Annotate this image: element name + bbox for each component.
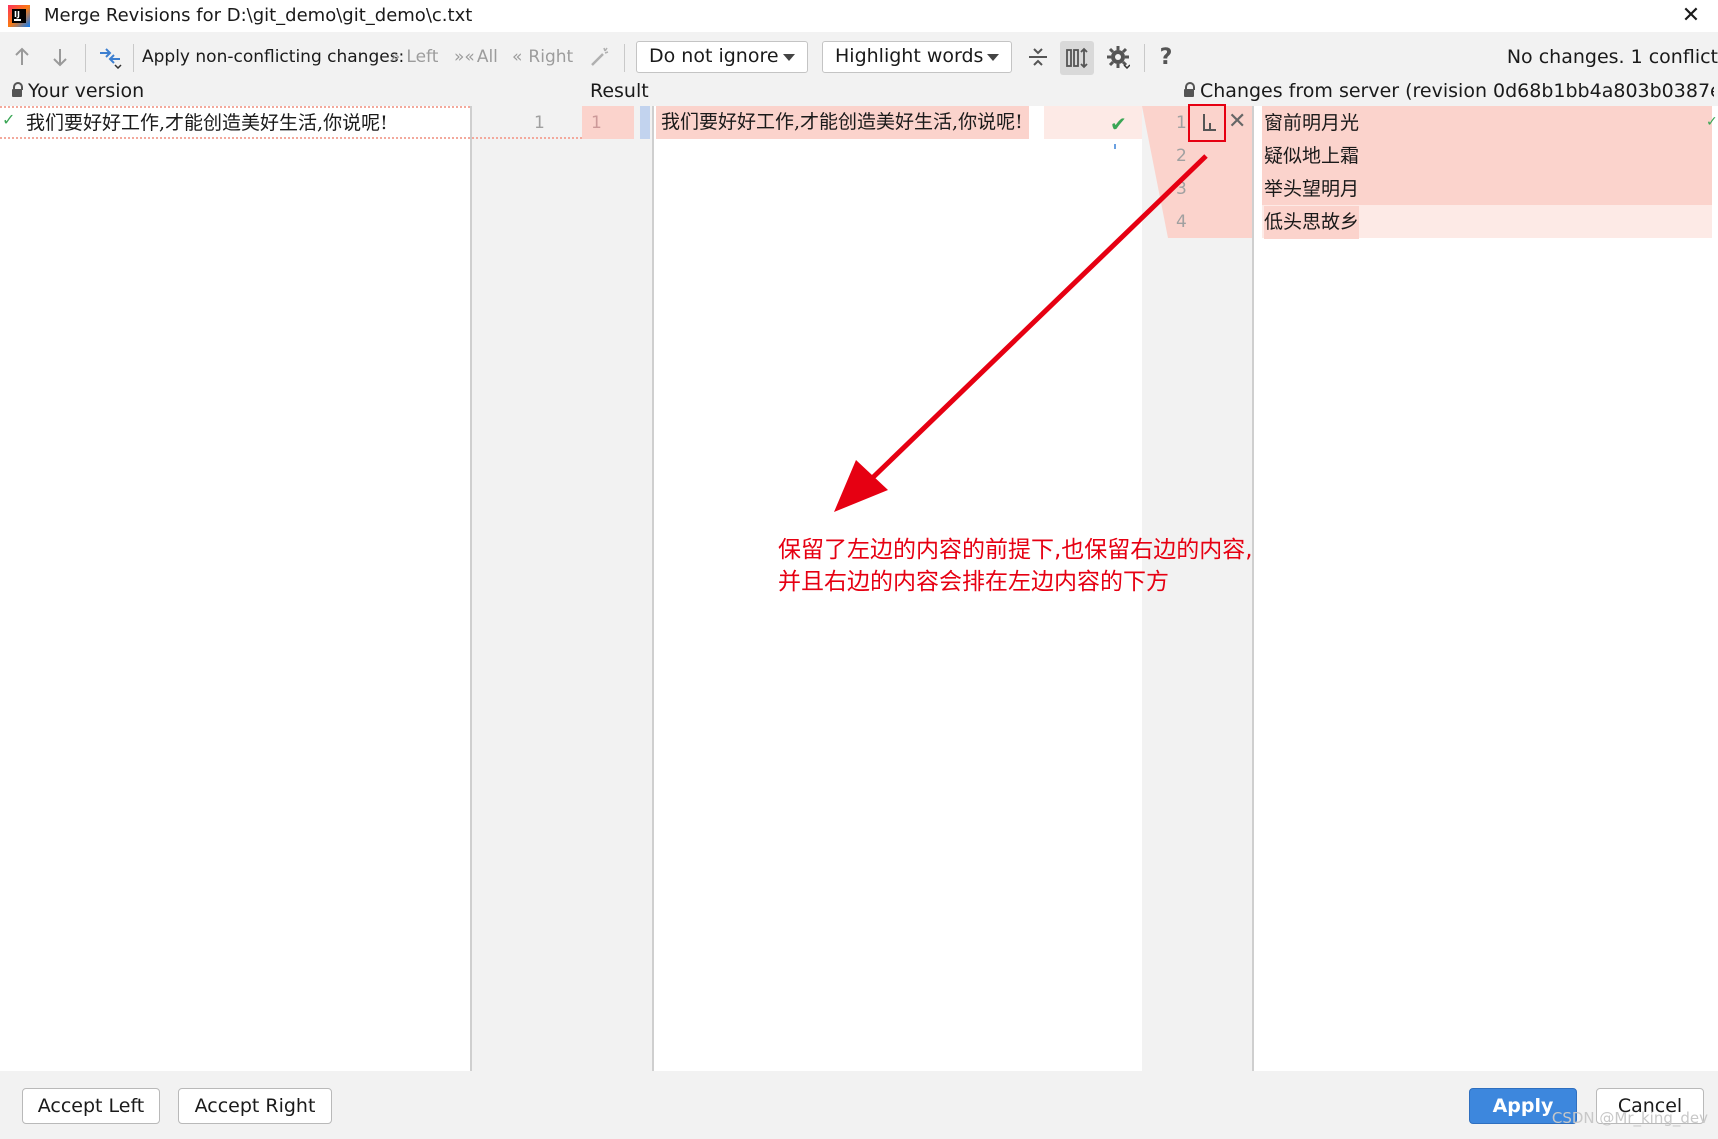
dropdown-arrow-icon bbox=[783, 54, 795, 61]
result-pane-header: Result bbox=[590, 80, 649, 102]
whitespace-ignore-value: Do not ignore bbox=[649, 45, 779, 67]
right-code-line: 窗前明月光 bbox=[1264, 112, 1360, 134]
apply-non-conflicting-label: Apply non-conflicting changes: bbox=[142, 47, 405, 67]
next-difference-icon[interactable] bbox=[48, 45, 72, 69]
collapse-unchanged-icon[interactable] bbox=[1026, 45, 1050, 69]
append-below-icon bbox=[1203, 114, 1216, 131]
intellij-app-icon: IJ bbox=[8, 5, 30, 27]
conflict-outline-gutter bbox=[472, 106, 582, 139]
merge-status-text: No changes. 1 conflict bbox=[1506, 46, 1718, 68]
toolbar-separator bbox=[133, 44, 134, 72]
caret-marker bbox=[1114, 144, 1116, 149]
toolbar-separator bbox=[85, 44, 86, 72]
accepted-check-icon[interactable]: ✔ bbox=[1110, 112, 1127, 136]
apply-right-button[interactable]: «Right bbox=[512, 47, 573, 67]
resolve-changes-icon[interactable] bbox=[98, 45, 122, 69]
lock-icon bbox=[12, 82, 23, 97]
result-change-marker bbox=[640, 106, 650, 139]
synchronize-scrolling-toggle[interactable] bbox=[1060, 41, 1094, 75]
right-code-line: 举头望明月 bbox=[1264, 178, 1360, 200]
merge-all-icon: »« bbox=[454, 47, 475, 67]
right-line-number: 1 bbox=[1176, 113, 1187, 133]
previous-difference-icon[interactable] bbox=[10, 45, 34, 69]
toolbar-separator bbox=[624, 44, 625, 72]
annotation-line: 保留了左边的内容的前提下,也保留右边的内容, bbox=[778, 537, 1253, 563]
result-line-number: 1 bbox=[591, 113, 602, 133]
double-chevron-right-icon: » bbox=[390, 47, 401, 67]
highlight-mode-dropdown[interactable]: Highlight words bbox=[822, 41, 1012, 73]
right-code-line: 低头思故乡 bbox=[1264, 206, 1360, 239]
applied-check-icon: ✓ bbox=[2, 110, 16, 129]
ignore-change-icon[interactable]: ✕ bbox=[1228, 109, 1246, 134]
apply-all-button[interactable]: »« All bbox=[454, 47, 498, 67]
accept-right-button[interactable]: Accept Right bbox=[178, 1088, 332, 1124]
toolbar-separator bbox=[1144, 44, 1145, 72]
close-window-button[interactable]: ✕ bbox=[1676, 2, 1706, 30]
whitespace-ignore-dropdown[interactable]: Do not ignore bbox=[636, 41, 808, 73]
right-applied-check-icon: ✓ bbox=[1706, 114, 1718, 130]
window-title: Merge Revisions for D:\git_demo\git_demo… bbox=[44, 5, 473, 26]
double-chevron-left-icon: « bbox=[512, 47, 523, 67]
highlight-mode-value: Highlight words bbox=[835, 45, 984, 67]
left-code-line: 我们要好好工作,才能创造美好生活,你说呢! bbox=[26, 112, 388, 134]
left-pane-header: Your version bbox=[12, 80, 144, 102]
result-gutter-conflict-marker bbox=[582, 106, 634, 139]
left-pane-title: Your version bbox=[28, 80, 145, 102]
left-editor-pane[interactable] bbox=[0, 106, 470, 1071]
right-pane-title: Changes from server (revision 0d68b1bb4a… bbox=[1200, 80, 1714, 102]
left-result-gutter bbox=[472, 106, 652, 1071]
apply-right-label: Right bbox=[528, 47, 574, 67]
left-line-number: 1 bbox=[534, 113, 545, 133]
right-pane-header: Changes from server (revision 0d68b1bb4a… bbox=[1184, 80, 1714, 102]
right-code-line: 疑似地上霜 bbox=[1264, 145, 1360, 167]
sync-scroll-icon bbox=[1066, 47, 1088, 69]
apply-left-label: Left bbox=[406, 47, 439, 67]
result-conflict-tail bbox=[1044, 106, 1142, 139]
dropdown-arrow-icon bbox=[987, 54, 999, 61]
lock-icon bbox=[1184, 82, 1195, 97]
magic-resolve-icon[interactable] bbox=[588, 45, 612, 69]
annotation-text: 保留了左边的内容的前提下,也保留右边的内容, 并且右边的内容会排在左边内容的下方 bbox=[778, 534, 1298, 598]
apply-left-button[interactable]: » Left bbox=[390, 47, 438, 67]
result-code-line: 我们要好好工作,才能创造美好生活,你说呢! bbox=[656, 106, 1029, 139]
watermark-text: CSDN @Mr_king_dev bbox=[1551, 1109, 1708, 1127]
svg-text:IJ: IJ bbox=[14, 10, 20, 19]
append-below-button[interactable] bbox=[1188, 104, 1226, 142]
annotation-arrow bbox=[834, 154, 1208, 512]
settings-gear-icon[interactable] bbox=[1106, 45, 1130, 69]
help-icon[interactable]: ? bbox=[1154, 45, 1178, 70]
right-editor-pane[interactable] bbox=[1254, 106, 1718, 1071]
annotation-line: 并且右边的内容会排在左边内容的下方 bbox=[778, 569, 1169, 595]
accept-left-button[interactable]: Accept Left bbox=[22, 1088, 160, 1124]
apply-all-label: All bbox=[476, 47, 498, 67]
